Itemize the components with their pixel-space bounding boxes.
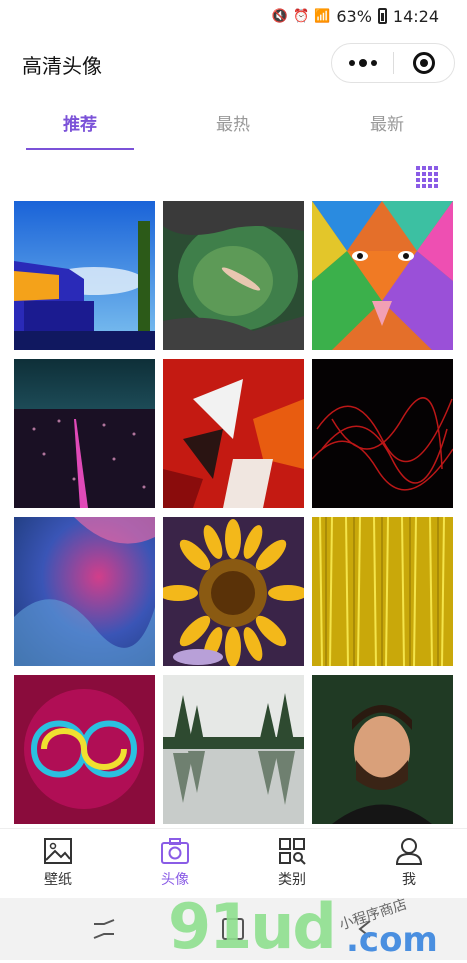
- gallery-image[interactable]: [163, 359, 304, 508]
- gallery-image[interactable]: [163, 517, 304, 666]
- tab-recommended[interactable]: 推荐: [25, 110, 135, 135]
- battery-percent: 63%: [336, 6, 372, 26]
- user-icon: [395, 838, 423, 865]
- clock: 14:24: [392, 6, 439, 26]
- tab-label: 我: [402, 872, 416, 888]
- tab-avatar[interactable]: 头像: [117, 837, 233, 889]
- tab-label: 壁纸: [44, 872, 72, 888]
- tab-indicator: [26, 148, 134, 150]
- watermark-logo: 91ud: [168, 890, 337, 963]
- close-miniapp-button[interactable]: [394, 44, 454, 82]
- gallery-image[interactable]: [14, 359, 155, 508]
- tab-hottest[interactable]: 最热: [178, 110, 288, 135]
- battery-icon: [377, 8, 387, 24]
- bottom-tab-bar: 壁纸 头像 类别 我: [0, 828, 467, 898]
- more-icon: [348, 59, 377, 67]
- grid-view-icon[interactable]: [416, 166, 438, 188]
- image-icon: [44, 838, 72, 864]
- tab-category[interactable]: 类别: [234, 837, 350, 889]
- gallery-image[interactable]: [312, 201, 453, 350]
- title-bar: 高清头像: [0, 32, 467, 94]
- status-bar: 🔇 ⏰ 📶 63% 14:24: [0, 0, 467, 32]
- gallery-image[interactable]: [163, 675, 304, 824]
- gallery-image[interactable]: [312, 517, 453, 666]
- category-icon: [279, 838, 306, 865]
- tab-newest[interactable]: 最新: [332, 110, 442, 135]
- camera-icon: [161, 838, 189, 864]
- gallery-image[interactable]: [14, 675, 155, 824]
- gallery-image[interactable]: [312, 359, 453, 508]
- gallery-image[interactable]: [163, 201, 304, 350]
- mute-icon: 🔇: [271, 8, 288, 24]
- target-icon: [412, 52, 435, 74]
- category-tabs: 推荐 最热 最新: [0, 100, 467, 152]
- gallery-image[interactable]: [14, 201, 155, 350]
- recent-apps-icon[interactable]: [92, 918, 116, 940]
- wifi-icon: 📶: [314, 8, 331, 24]
- more-button[interactable]: [332, 44, 393, 82]
- tab-wallpaper[interactable]: 壁纸: [0, 837, 116, 889]
- status-icons: 🔇 ⏰ 📶: [272, 9, 331, 24]
- tab-label: 头像: [161, 872, 189, 888]
- page-title: 高清头像: [22, 54, 102, 78]
- alarm-icon: ⏰: [292, 8, 310, 24]
- tab-me[interactable]: 我: [351, 837, 467, 889]
- miniapp-capsule: [331, 43, 455, 83]
- gallery-image[interactable]: [312, 675, 453, 824]
- tab-label: 类别: [278, 872, 306, 888]
- gallery-image[interactable]: [14, 517, 155, 666]
